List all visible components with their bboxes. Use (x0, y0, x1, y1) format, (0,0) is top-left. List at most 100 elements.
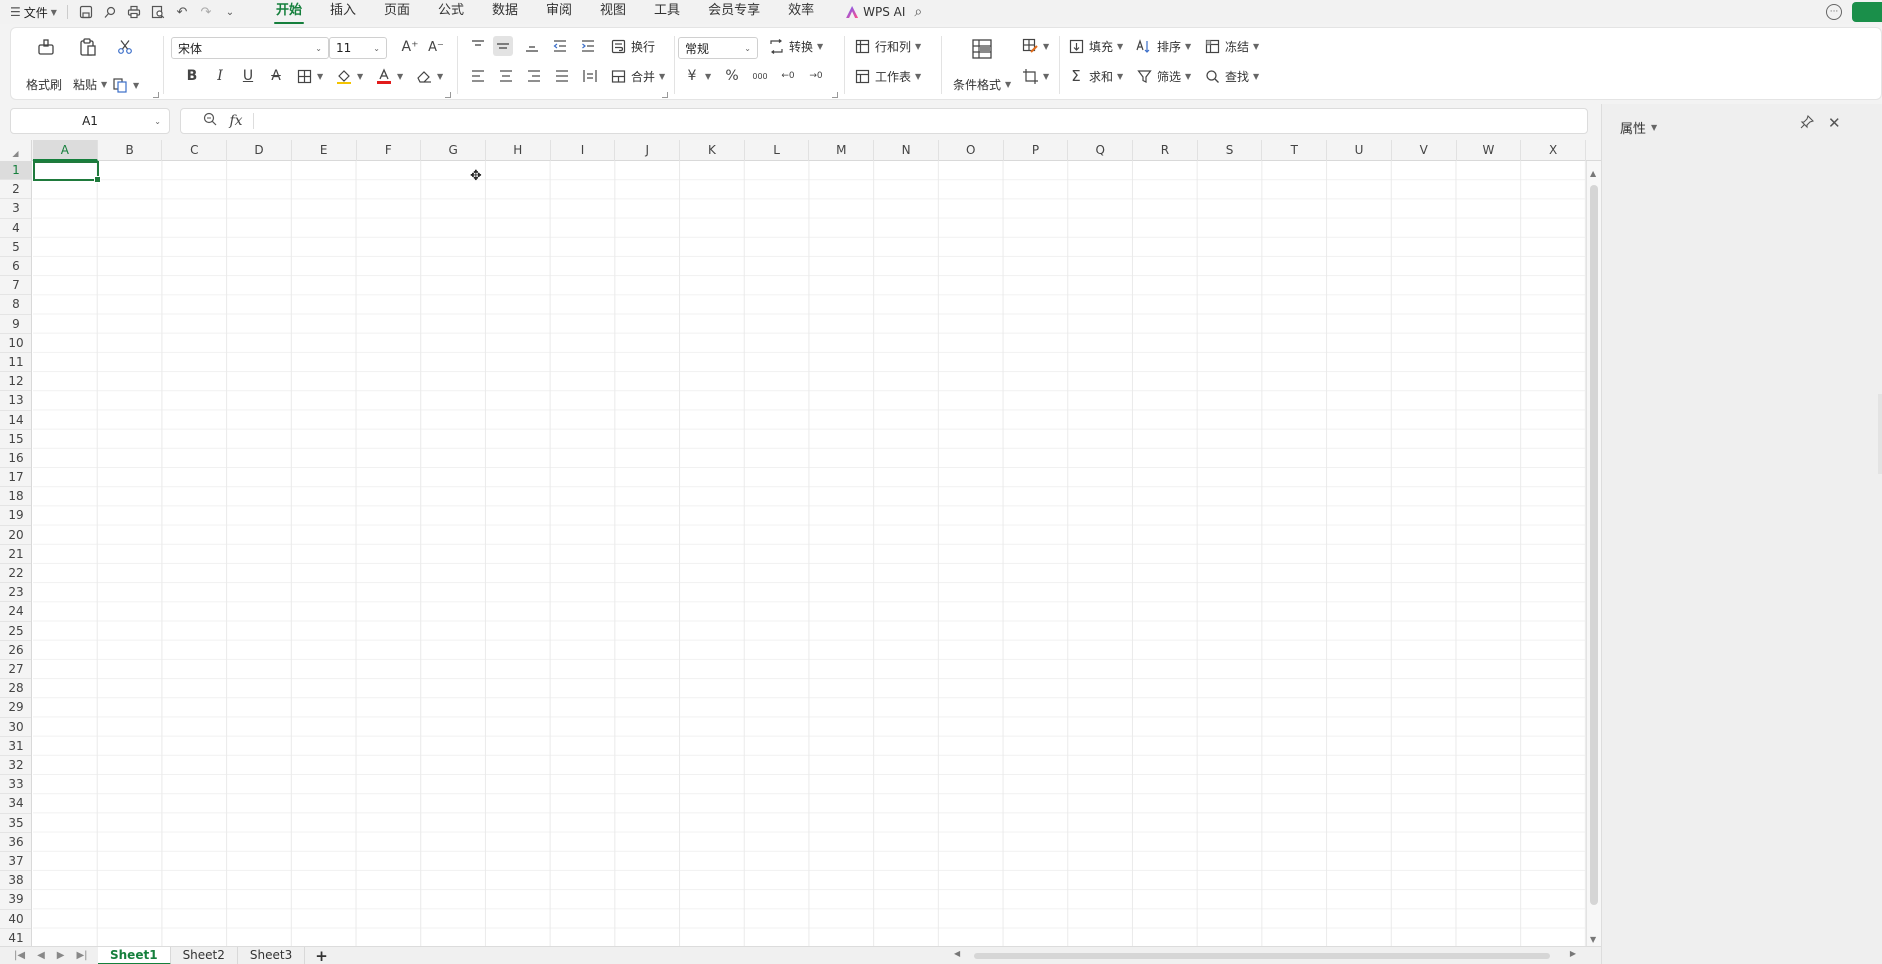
column-header-m[interactable]: M (810, 140, 875, 161)
row-header-3[interactable]: 3 (0, 199, 31, 219)
cut-button[interactable] (116, 38, 134, 56)
add-sheet-button[interactable]: + (305, 947, 338, 964)
wrap-text-button[interactable]: 换行 (609, 37, 655, 55)
more-options-icon[interactable]: ··· (1826, 4, 1842, 20)
row-header-6[interactable]: 6 (0, 257, 31, 277)
row-header-10[interactable]: 10 (0, 334, 31, 353)
wps-ai-button[interactable]: WPS AI ⌕ (846, 4, 922, 20)
row-header-14[interactable]: 14 (0, 411, 31, 430)
row-header-37[interactable]: 37 (0, 852, 31, 872)
close-icon[interactable]: ✕ (1828, 114, 1841, 132)
tab-formula[interactable]: 公式 (424, 0, 478, 24)
cell-style-button[interactable]: ▼ (1021, 37, 1049, 55)
redo-icon[interactable]: ↷ (194, 2, 218, 22)
customize-chevron-icon[interactable]: ⌄ (218, 2, 242, 22)
row-header-35[interactable]: 35 (0, 814, 31, 833)
column-header-x[interactable]: X (1521, 140, 1586, 161)
vertical-scroll-thumb[interactable] (1590, 185, 1598, 905)
column-header-e[interactable]: E (292, 140, 357, 161)
rows-columns-button[interactable]: 行和列 ▼ (853, 37, 921, 55)
zoom-search-icon[interactable] (195, 112, 225, 130)
sort-button[interactable]: 排序 ▼ (1135, 37, 1191, 55)
scroll-left-icon[interactable]: ◀ (954, 949, 960, 958)
row-header-24[interactable]: 24 (0, 602, 31, 622)
justify-button[interactable] (553, 67, 571, 85)
cloud-sync-icon[interactable] (98, 2, 122, 22)
thousands-separator-button[interactable]: 000 (751, 67, 769, 85)
column-header-p[interactable]: P (1004, 140, 1069, 161)
align-center-button[interactable] (497, 67, 515, 85)
bold-button[interactable]: B (183, 67, 201, 85)
column-header-c[interactable]: C (162, 140, 228, 161)
row-header-27[interactable]: 27 (0, 660, 31, 680)
currency-button[interactable]: ¥ ▼ (683, 67, 712, 85)
row-header-17[interactable]: 17 (0, 468, 31, 488)
row-header-36[interactable]: 36 (0, 833, 31, 852)
file-menu[interactable]: ☰ 文件 ▼ (0, 0, 61, 24)
select-all-button[interactable]: ◢ (0, 140, 32, 161)
insert-function-icon[interactable]: fx (225, 113, 247, 129)
decrease-indent-button[interactable] (551, 37, 569, 55)
fill-color-button[interactable]: ▼ (335, 67, 363, 85)
tab-review[interactable]: 审阅 (532, 0, 586, 24)
tab-view[interactable]: 视图 (586, 0, 640, 24)
align-top-button[interactable] (469, 37, 487, 55)
properties-panel-header[interactable]: 属性 ▼ (1620, 118, 1657, 137)
column-header-i[interactable]: I (551, 140, 616, 161)
copy-button[interactable]: ▼ (111, 76, 139, 94)
row-header-33[interactable]: 33 (0, 775, 31, 795)
column-header-h[interactable]: H (486, 140, 551, 161)
print-preview-icon[interactable] (146, 2, 170, 22)
column-header-j[interactable]: J (615, 140, 681, 161)
row-header-22[interactable]: 22 (0, 564, 31, 584)
row-header-25[interactable]: 25 (0, 622, 31, 641)
row-header-18[interactable]: 18 (0, 487, 31, 507)
column-header-b[interactable]: B (98, 140, 163, 161)
row-header-13[interactable]: 13 (0, 391, 31, 411)
scroll-down-icon[interactable]: ▼ (1590, 935, 1596, 944)
align-bottom-button[interactable] (523, 37, 541, 55)
increase-decimal-button[interactable]: ←0 (779, 67, 797, 85)
conditional-format-icon-button[interactable] (969, 36, 995, 62)
row-header-7[interactable]: 7 (0, 276, 31, 296)
sheet-tab-sheet3[interactable]: Sheet3 (238, 946, 306, 964)
horizontal-scroll-thumb[interactable] (974, 953, 1550, 959)
decrease-font-button[interactable]: A⁻ (427, 38, 445, 56)
decrease-decimal-button[interactable]: →0 (807, 67, 825, 85)
strikethrough-button[interactable]: A (267, 67, 285, 85)
tab-page[interactable]: 页面 (370, 0, 424, 24)
formula-input-area[interactable]: fx (180, 108, 1588, 134)
clipboard-group-expand[interactable] (153, 92, 159, 98)
column-header-r[interactable]: R (1133, 140, 1198, 161)
column-header-l[interactable]: L (745, 140, 810, 161)
row-header-28[interactable]: 28 (0, 679, 31, 699)
find-button[interactable]: 查找 ▼ (1203, 67, 1259, 85)
save-icon[interactable] (74, 2, 98, 22)
font-color-button[interactable]: ▼ (375, 67, 403, 85)
font-size-select[interactable]: 11 ⌄ (329, 37, 387, 59)
row-header-8[interactable]: 8 (0, 295, 31, 315)
row-header-16[interactable]: 16 (0, 449, 31, 469)
row-header-11[interactable]: 11 (0, 353, 31, 373)
tab-home[interactable]: 开始 (262, 0, 316, 24)
align-right-button[interactable] (525, 67, 543, 85)
name-box[interactable]: A1 ⌄ (10, 108, 170, 134)
tab-efficiency[interactable]: 效率 (774, 0, 828, 24)
column-header-v[interactable]: V (1392, 140, 1457, 161)
format-painter-button[interactable]: 格式刷 (26, 76, 62, 93)
column-header-q[interactable]: Q (1068, 140, 1134, 161)
row-header-41[interactable]: 41 (0, 929, 31, 946)
cell-area[interactable] (33, 161, 1586, 946)
cell-format-button[interactable]: ▼ (1021, 67, 1049, 85)
align-middle-button[interactable] (493, 36, 513, 56)
row-header-34[interactable]: 34 (0, 794, 31, 814)
alignment-group-expand[interactable] (662, 92, 668, 98)
increase-indent-button[interactable] (579, 37, 597, 55)
row-header-30[interactable]: 30 (0, 718, 31, 737)
paste-button[interactable]: 粘贴 ▼ (73, 76, 107, 93)
number-group-expand[interactable] (832, 92, 838, 98)
column-header-a[interactable]: A (33, 140, 98, 161)
fill-button[interactable]: 填充 ▼ (1067, 37, 1123, 55)
distributed-align-button[interactable] (581, 67, 599, 85)
scroll-up-icon[interactable]: ▲ (1590, 169, 1596, 178)
